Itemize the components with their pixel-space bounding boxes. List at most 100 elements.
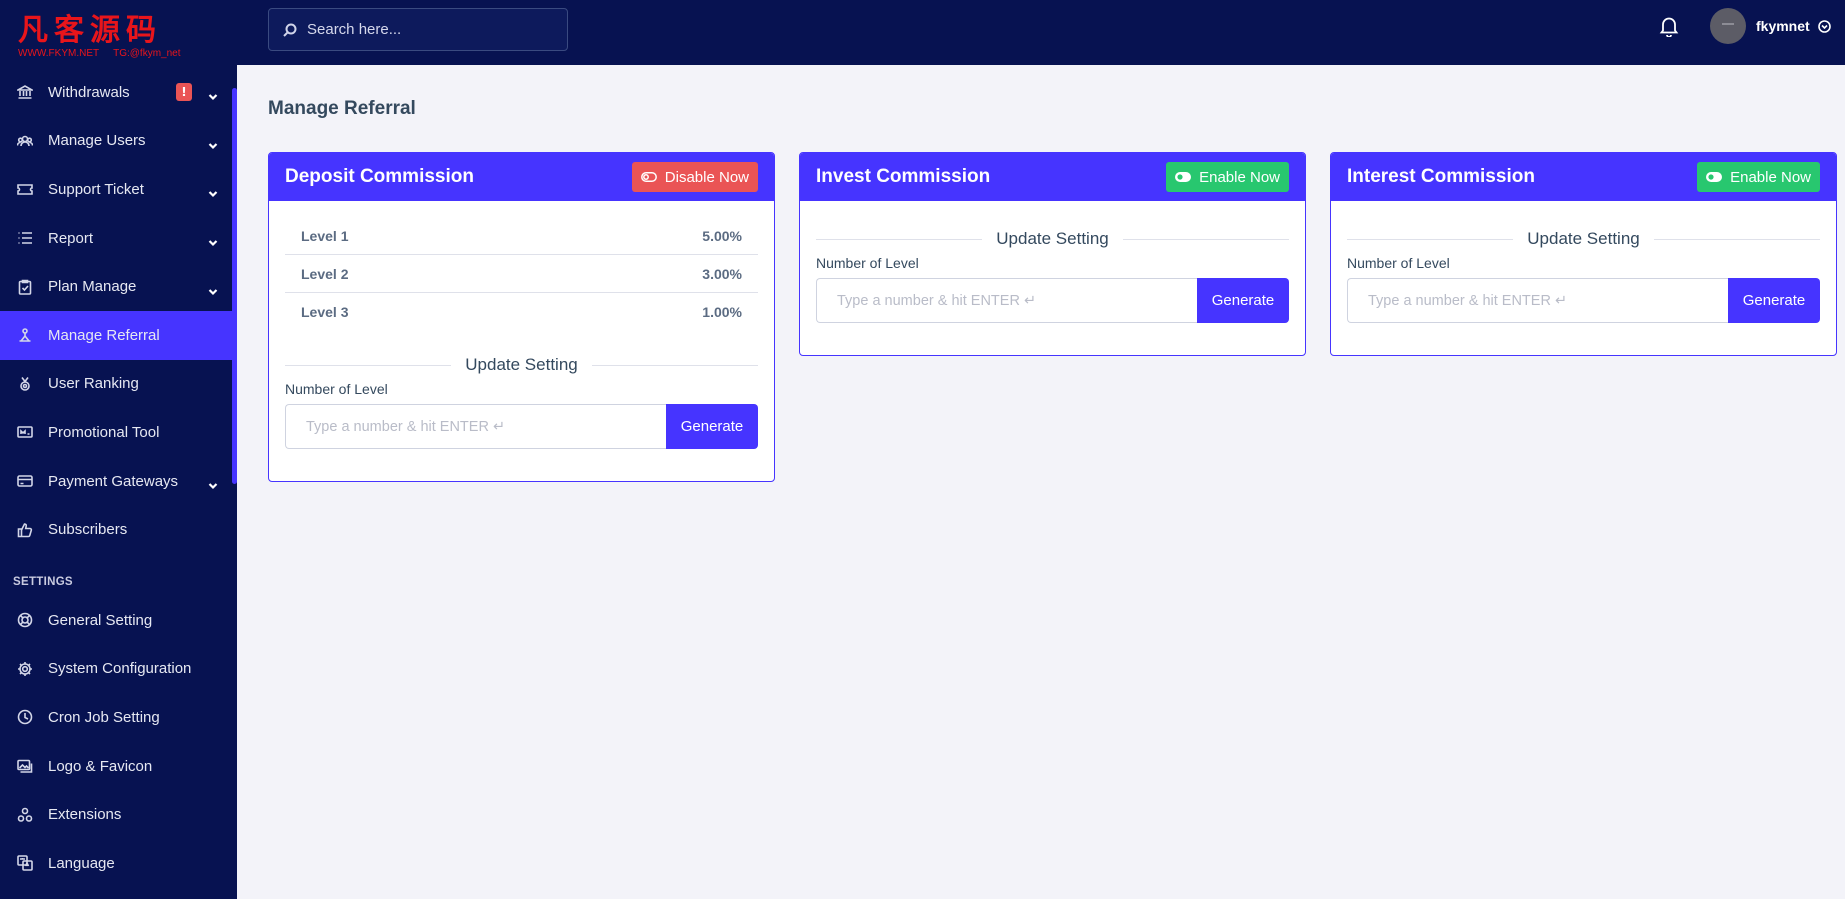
thumbs-up-icon bbox=[16, 521, 34, 539]
username: fkymnet bbox=[1756, 18, 1810, 34]
section-title: Update Setting bbox=[996, 229, 1109, 248]
section-title: Update Setting bbox=[1527, 229, 1640, 248]
logo[interactable]: 凡客源码 WWW.FKYM.NET TG:@fkym_net bbox=[18, 14, 198, 68]
card-icon bbox=[16, 472, 34, 490]
level-list: Level 1 5.00% Level 2 3.00% Level 3 1.00… bbox=[285, 217, 758, 331]
level-name: Level 1 bbox=[301, 227, 349, 244]
sidebar-item-cron-job-setting[interactable]: Cron Job Setting bbox=[0, 693, 232, 742]
number-of-level-input[interactable] bbox=[816, 278, 1197, 323]
sidebar-item-label: Manage Users bbox=[48, 132, 146, 150]
card-body: Level 1 5.00% Level 2 3.00% Level 3 1.00… bbox=[269, 201, 774, 481]
sidebar-section-settings: SETTINGS bbox=[13, 575, 73, 588]
sidebar-item-user-ranking[interactable]: User Ranking bbox=[0, 360, 232, 409]
sidebar-item-logo-favicon[interactable]: Logo & Favicon bbox=[0, 742, 232, 791]
level-name: Level 3 bbox=[301, 304, 349, 320]
page-title: Manage Referral bbox=[268, 98, 416, 119]
number-of-level-label: Number of Level bbox=[285, 381, 388, 397]
sidebar-item-promotional-tool[interactable]: Promotional Tool bbox=[0, 408, 232, 457]
card-header: Deposit Commission Disable Now bbox=[269, 153, 774, 201]
sidebar-item-plan-manage[interactable]: Plan Manage bbox=[0, 262, 232, 311]
language-icon bbox=[16, 854, 34, 872]
search-icon bbox=[283, 23, 297, 37]
search-input[interactable] bbox=[307, 21, 547, 38]
toggle-on-icon bbox=[1175, 172, 1192, 182]
interest-commission-card: Interest Commission Enable Now Update Se… bbox=[1330, 152, 1837, 356]
card-title: Interest Commission bbox=[1347, 166, 1535, 187]
sidebar-scrollbar[interactable] bbox=[232, 88, 237, 484]
sidebar-item-label: Support Ticket bbox=[48, 180, 144, 198]
deposit-commission-card: Deposit Commission Disable Now Level 1 5… bbox=[268, 152, 775, 482]
sidebar-item-label: Subscribers bbox=[48, 521, 128, 539]
level-value: 1.00% bbox=[702, 304, 742, 320]
sidebar-item-label: Withdrawals bbox=[48, 83, 130, 101]
level-input-group: Generate bbox=[285, 404, 758, 449]
sidebar-item-manage-users[interactable]: Manage Users bbox=[0, 117, 232, 166]
generate-button[interactable]: Generate bbox=[1728, 278, 1820, 323]
section-title: Update Setting bbox=[465, 355, 578, 374]
sidebar-item-label: Logo & Favicon bbox=[48, 757, 153, 775]
gear-icon bbox=[16, 660, 34, 678]
clipboard-icon bbox=[16, 278, 34, 296]
update-setting-heading: Update Setting bbox=[285, 353, 758, 377]
sidebar-item-label: Manage Referral bbox=[48, 326, 160, 344]
search-box[interactable] bbox=[268, 8, 568, 51]
generate-button[interactable]: Generate bbox=[666, 404, 758, 449]
number-of-level-input[interactable] bbox=[285, 404, 666, 449]
chevron-down-icon bbox=[208, 184, 218, 198]
sidebar-item-label: Payment Gateways bbox=[48, 472, 179, 490]
level-row: Level 1 5.00% bbox=[285, 217, 758, 255]
generate-button[interactable]: Generate bbox=[1197, 278, 1289, 323]
user-menu[interactable]: fkymnet bbox=[1710, 8, 1831, 44]
chevron-circle-down-icon bbox=[1817, 19, 1831, 33]
disable-now-button[interactable]: Disable Now bbox=[631, 162, 758, 192]
enable-now-button[interactable]: Enable Now bbox=[1697, 162, 1820, 192]
sidebar-item-withdrawals[interactable]: Withdrawals ! bbox=[0, 68, 232, 117]
button-label: Disable Now bbox=[664, 168, 749, 186]
card-title: Invest Commission bbox=[816, 166, 991, 187]
sidebar-item-system-configuration[interactable]: System Configuration bbox=[0, 645, 232, 694]
sidebar-item-language[interactable]: Language bbox=[0, 839, 232, 888]
notification-bell-icon[interactable] bbox=[1659, 15, 1679, 38]
toggle-off-icon bbox=[640, 172, 657, 182]
sidebar: 凡客源码 WWW.FKYM.NET TG:@fkym_net Withdrawa… bbox=[0, 0, 237, 899]
chevron-down-icon bbox=[208, 136, 218, 149]
card-body: Update Setting Number of Level Generate bbox=[800, 201, 1305, 355]
logo-text: 凡客源码 bbox=[18, 13, 162, 48]
update-setting-heading: Update Setting bbox=[816, 227, 1289, 251]
sidebar-item-label: Language bbox=[48, 854, 115, 872]
button-label: Enable Now bbox=[1199, 168, 1280, 186]
topbar: fkymnet bbox=[237, 0, 1845, 65]
card-body: Update Setting Number of Level Generate bbox=[1331, 201, 1836, 355]
sidebar-item-extensions[interactable]: Extensions bbox=[0, 790, 232, 839]
sidebar-item-general-setting[interactable]: General Setting bbox=[0, 596, 232, 645]
users-icon bbox=[16, 132, 34, 150]
card-title: Deposit Commission bbox=[285, 166, 474, 187]
sidebar-item-subscribers[interactable]: Subscribers bbox=[0, 505, 232, 554]
logo-subtext: WWW.FKYM.NET TG:@fkym_net bbox=[18, 48, 198, 60]
update-setting-heading: Update Setting bbox=[1347, 227, 1820, 251]
level-value: 5.00% bbox=[702, 227, 742, 244]
chevron-down-icon bbox=[208, 282, 218, 295]
number-of-level-label: Number of Level bbox=[1347, 255, 1450, 271]
chevron-down-icon bbox=[208, 476, 218, 490]
sidebar-item-label: Promotional Tool bbox=[48, 423, 160, 441]
sidebar-item-label: Cron Job Setting bbox=[48, 708, 160, 726]
avatar bbox=[1710, 8, 1746, 44]
number-of-level-input[interactable] bbox=[1347, 278, 1728, 323]
images-icon bbox=[16, 757, 34, 775]
sidebar-item-report[interactable]: Report bbox=[0, 214, 232, 263]
sidebar-item-payment-gateways[interactable]: Payment Gateways bbox=[0, 457, 232, 506]
card-header: Interest Commission Enable Now bbox=[1331, 153, 1836, 201]
medal-icon bbox=[16, 375, 34, 393]
toggle-on-icon bbox=[1706, 172, 1723, 182]
sidebar-nav: Withdrawals ! Manage Users Support Ticke… bbox=[0, 68, 232, 888]
sidebar-item-label: System Configuration bbox=[48, 660, 192, 678]
level-value: 3.00% bbox=[702, 265, 742, 282]
enable-now-button[interactable]: Enable Now bbox=[1166, 162, 1289, 192]
promo-icon bbox=[16, 423, 34, 441]
referral-icon bbox=[16, 326, 34, 344]
invest-commission-card: Invest Commission Enable Now Update Sett… bbox=[799, 152, 1306, 356]
sidebar-item-support-ticket[interactable]: Support Ticket bbox=[0, 165, 232, 214]
card-header: Invest Commission Enable Now bbox=[800, 153, 1305, 201]
sidebar-item-manage-referral[interactable]: Manage Referral bbox=[0, 310, 232, 360]
